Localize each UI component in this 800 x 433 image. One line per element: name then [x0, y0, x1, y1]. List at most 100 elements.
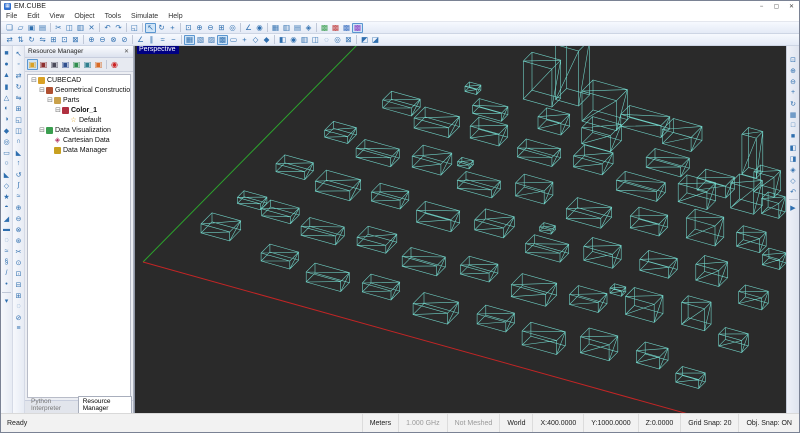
- tab-python-interpreter[interactable]: Python Interpreter: [27, 397, 77, 413]
- grid-zx-toggle[interactable]: ▨: [206, 35, 217, 45]
- info-button[interactable]: ◉: [254, 23, 265, 33]
- shaded-toggle[interactable]: ◆: [261, 35, 272, 45]
- building-wireframe[interactable]: [636, 342, 668, 369]
- menu-tools[interactable]: Tools: [100, 12, 126, 21]
- extrude-tool[interactable]: ↑: [13, 158, 24, 169]
- scale-tool-b[interactable]: ◱: [13, 114, 24, 125]
- show-object-button[interactable]: ◎: [332, 35, 343, 45]
- building-wireframe[interactable]: [610, 284, 626, 297]
- module-em-button[interactable]: ▩: [330, 23, 341, 33]
- tree-item-cubecad[interactable]: ⊟CUBECAD: [28, 75, 130, 85]
- cone-tool[interactable]: ▲: [1, 70, 12, 81]
- building-wireframe[interactable]: [201, 213, 241, 241]
- mesh-view-button[interactable]: ▥: [299, 35, 310, 45]
- hemisphere-tool[interactable]: ◐: [1, 103, 12, 114]
- tree-item-geometrical-construction[interactable]: ⊟Geometrical Construction: [28, 85, 130, 95]
- expander-icon[interactable]: ⊟: [54, 106, 62, 114]
- zoom-extents-button[interactable]: ⊞: [216, 23, 227, 33]
- building-wireframe[interactable]: [276, 155, 313, 180]
- pan-button[interactable]: +: [167, 23, 178, 33]
- weld-tool[interactable]: ⊙: [13, 257, 24, 268]
- snap-node-toggle[interactable]: ⊡: [13, 268, 24, 279]
- building-wireframe[interactable]: [762, 192, 786, 218]
- menu-object[interactable]: Object: [69, 12, 99, 21]
- plate-tool[interactable]: ▭: [1, 147, 12, 158]
- capture-button[interactable]: ◱: [129, 23, 140, 33]
- building-wireframe[interactable]: [662, 118, 702, 151]
- building-wireframe[interactable]: [676, 367, 706, 389]
- zoom-in-view-button[interactable]: ⊕: [788, 65, 799, 76]
- explode-tool[interactable]: ⊛: [13, 235, 24, 246]
- offset-tool[interactable]: ◫: [13, 125, 24, 136]
- hide-object-tool[interactable]: ◌: [13, 301, 24, 312]
- building-wireframe[interactable]: [523, 52, 560, 107]
- curve-tool[interactable]: ≈: [1, 246, 12, 257]
- fit-view-button[interactable]: ⊡: [788, 54, 799, 65]
- measure-tape-tool[interactable]: ≈: [157, 35, 168, 45]
- wireframe-toggle[interactable]: ◇: [250, 35, 261, 45]
- zoom-in-button[interactable]: ⊕: [194, 23, 205, 33]
- dome-tool[interactable]: ◓: [1, 202, 12, 213]
- intersect-tool[interactable]: ⊗: [108, 35, 119, 45]
- pan-view-button[interactable]: +: [788, 87, 799, 98]
- module-tab-meta[interactable]: ▣: [49, 59, 60, 70]
- ungroup-tool[interactable]: ⊠: [70, 35, 81, 45]
- select-tool-b[interactable]: ↖: [13, 48, 24, 59]
- menu-view[interactable]: View: [44, 12, 69, 21]
- ellipsoid-tool[interactable]: ◑: [1, 114, 12, 125]
- scene-canvas[interactable]: [135, 46, 786, 413]
- material-button[interactable]: ◩: [359, 35, 370, 45]
- building-wireframe[interactable]: [540, 223, 556, 235]
- top-view-button[interactable]: ▦: [788, 109, 799, 120]
- building-wireframe[interactable]: [477, 305, 514, 332]
- snap-mid-toggle[interactable]: ⊟: [13, 279, 24, 290]
- snap-grid-toggle[interactable]: ⊞: [13, 290, 24, 301]
- sphere-object-button[interactable]: ◉: [288, 35, 299, 45]
- prism-tool[interactable]: ◆: [1, 125, 12, 136]
- module-terrano-button[interactable]: ▩: [352, 23, 363, 33]
- fillet-tool[interactable]: ∩: [13, 136, 24, 147]
- polygon-tool[interactable]: ◇: [1, 180, 12, 191]
- trim-tool[interactable]: ✂: [13, 246, 24, 257]
- building-wireframe[interactable]: [526, 235, 569, 263]
- tree-item-data-visualization[interactable]: ⊟Data Visualization: [28, 125, 130, 135]
- building-wireframe[interactable]: [237, 191, 267, 210]
- persp-view-button[interactable]: ◇: [788, 175, 799, 186]
- building-wireframe[interactable]: [306, 263, 349, 292]
- intersect-tool-b[interactable]: ⊗: [13, 224, 24, 235]
- building-wireframe[interactable]: [516, 174, 553, 204]
- menu-simulate[interactable]: Simulate: [126, 12, 163, 21]
- view-side-button[interactable]: ▤: [292, 23, 303, 33]
- subtract-tool-b[interactable]: ⊖: [13, 213, 24, 224]
- chamfer-tool[interactable]: ◣: [13, 147, 24, 158]
- building-wireframe[interactable]: [412, 145, 452, 175]
- axes-toggle[interactable]: +: [239, 35, 250, 45]
- building-wireframe[interactable]: [686, 209, 724, 246]
- view-front-button[interactable]: ▥: [281, 23, 292, 33]
- building-wireframe[interactable]: [362, 274, 399, 300]
- mirror-tool[interactable]: ⇋: [37, 35, 48, 45]
- building-wireframe[interactable]: [262, 200, 300, 224]
- building-wireframe[interactable]: [682, 296, 712, 331]
- module-tab-em3d[interactable]: ▣: [38, 59, 49, 70]
- building-wireframe[interactable]: [315, 170, 360, 201]
- expander-icon[interactable]: ⊟: [38, 126, 46, 134]
- view-top-button[interactable]: ▦: [270, 23, 281, 33]
- node-tool[interactable]: ◦: [13, 59, 24, 70]
- move-tool-b[interactable]: ⇄: [13, 70, 24, 81]
- building-wireframe[interactable]: [646, 149, 689, 177]
- building-wireframe[interactable]: [719, 327, 749, 352]
- torus-tool[interactable]: ◎: [1, 136, 12, 147]
- color-button[interactable]: ◪: [370, 35, 381, 45]
- building-wireframe[interactable]: [517, 139, 560, 167]
- box-tool[interactable]: ■: [1, 48, 12, 59]
- building-wireframe[interactable]: [261, 244, 299, 269]
- menu-help[interactable]: Help: [163, 12, 187, 21]
- new-button[interactable]: ❏: [4, 23, 15, 33]
- rotate-tool-b[interactable]: ↻: [13, 81, 24, 92]
- ramp-tool[interactable]: ◢: [1, 213, 12, 224]
- lock-object-button[interactable]: ⊠: [343, 35, 354, 45]
- star-tool[interactable]: ★: [1, 191, 12, 202]
- cut-button[interactable]: ✂: [53, 23, 64, 33]
- redo-button[interactable]: ↷: [113, 23, 124, 33]
